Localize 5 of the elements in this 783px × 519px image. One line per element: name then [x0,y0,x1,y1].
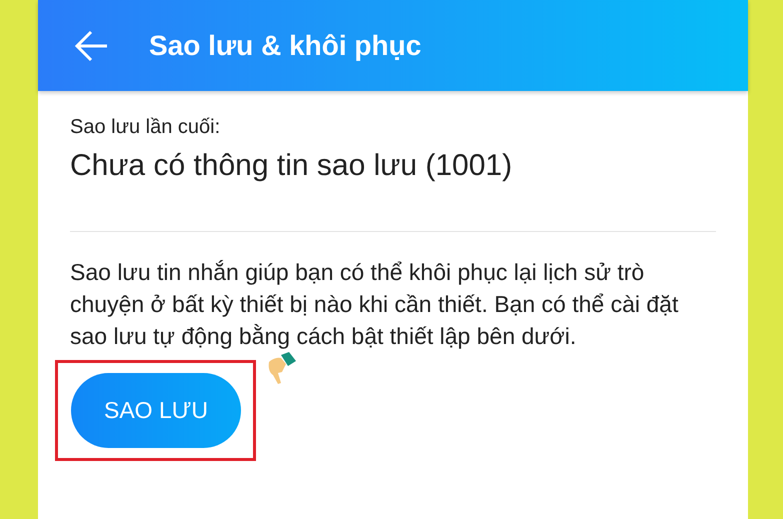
backup-button[interactable]: SAO LƯU [71,373,241,448]
last-backup-label: Sao lưu lần cuối: [70,116,222,139]
last-backup-value: Chưa có thông tin sao lưu (1001) [70,149,514,183]
backup-description: Sao lưu tin nhắn giúp bạn có thể khôi phục lại lịch sử trò chuyện ở bất kỳ thiết bị nào khi cần thiết. Bạn có thể cài đặt sao lưu tự động bằng cách bật thiết lập bên dưới. [70,258,680,351]
screen-title: Sao lưu & khôi phục [149,30,422,62]
